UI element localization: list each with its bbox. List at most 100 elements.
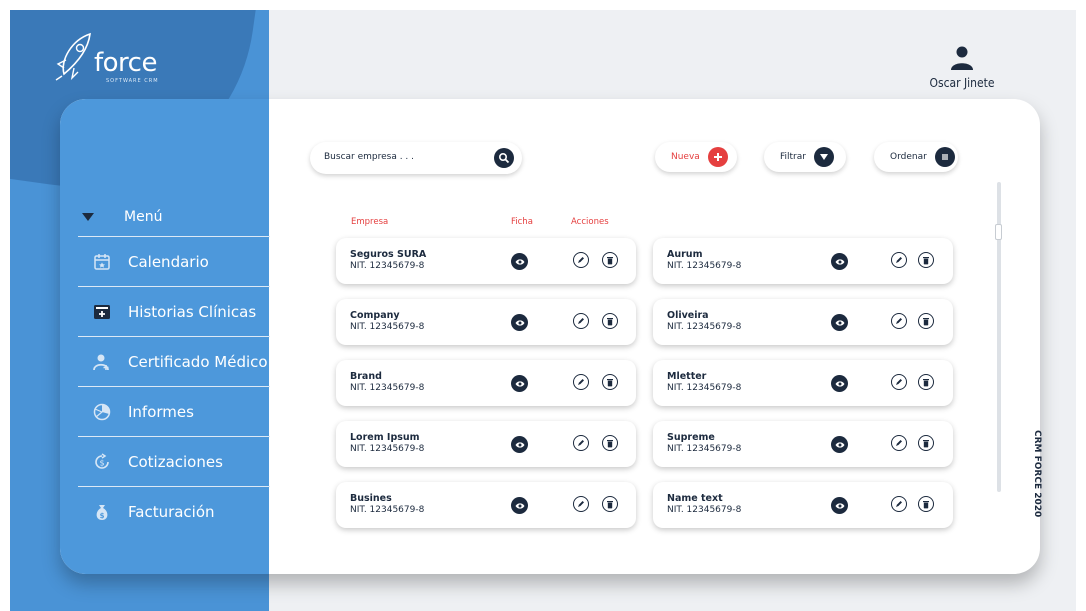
sidebar-item-certificado-medico[interactable]: Certificado Médico <box>78 337 270 387</box>
menu-header[interactable]: Menú <box>82 206 270 228</box>
eye-icon <box>515 502 524 509</box>
delete-button[interactable] <box>602 496 618 512</box>
sidebar-item-label: Informes <box>128 402 194 421</box>
company-nit: NIT. 12345679-8 <box>667 505 742 515</box>
edit-button[interactable] <box>573 374 589 390</box>
filter-button[interactable]: Filtrar <box>764 142 846 172</box>
company-nit: NIT. 12345679-8 <box>350 444 425 454</box>
sidebar-item-historias-clinicas[interactable]: Historias Clínicas <box>78 287 270 337</box>
search-input[interactable]: Buscar empresa . . . <box>324 152 414 162</box>
view-file-button[interactable] <box>831 436 848 453</box>
company-name: Busines <box>350 493 392 504</box>
sidebar-item-cotizaciones[interactable]: $ Cotizaciones <box>78 437 270 487</box>
view-file-button[interactable] <box>511 497 528 514</box>
sidebar-item-label: Calendario <box>128 252 209 271</box>
brand-logo[interactable]: force SOFTWARE CRM <box>54 26 164 86</box>
pencil-icon <box>578 318 584 324</box>
pencil-icon <box>896 501 902 507</box>
company-name: Company <box>350 310 400 321</box>
trash-icon <box>923 317 929 325</box>
user-profile[interactable]: Oscar Jinete <box>922 46 1002 90</box>
search-bar[interactable]: Buscar empresa . . . <box>310 142 522 174</box>
table-row[interactable]: Seguros SURA NIT. 12345679-8 <box>336 238 636 284</box>
company-nit: NIT. 12345679-8 <box>350 505 425 515</box>
reports-icon <box>92 402 112 422</box>
view-file-button[interactable] <box>511 436 528 453</box>
delete-button[interactable] <box>602 313 618 329</box>
vertical-brand-label: CRM FORCE 2020 <box>1032 430 1042 518</box>
view-file-button[interactable] <box>831 314 848 331</box>
delete-button[interactable] <box>918 374 934 390</box>
sidebar-item-facturacion[interactable]: $ Facturación <box>78 487 270 536</box>
company-nit: NIT. 12345679-8 <box>667 322 742 332</box>
table-row[interactable]: Lorem Ipsum NIT. 12345679-8 <box>336 421 636 467</box>
pencil-icon <box>578 257 584 263</box>
edit-button[interactable] <box>891 374 907 390</box>
view-file-button[interactable] <box>511 253 528 270</box>
delete-button[interactable] <box>918 496 934 512</box>
delete-button[interactable] <box>602 252 618 268</box>
trash-icon <box>607 500 613 508</box>
sidebar-item-calendario[interactable]: Calendario <box>78 237 270 287</box>
delete-button[interactable] <box>918 252 934 268</box>
delete-button[interactable] <box>602 435 618 451</box>
search-button[interactable] <box>494 148 514 168</box>
view-file-button[interactable] <box>511 375 528 392</box>
delete-button[interactable] <box>602 374 618 390</box>
column-header-company: Empresa <box>351 217 389 227</box>
filter-icon <box>813 147 834 167</box>
edit-button[interactable] <box>573 435 589 451</box>
table-row[interactable]: Oliveira NIT. 12345679-8 <box>653 299 953 345</box>
table-row[interactable]: Supreme NIT. 12345679-8 <box>653 421 953 467</box>
delete-button[interactable] <box>918 435 934 451</box>
search-icon <box>498 152 510 164</box>
order-button-label: Ordenar <box>890 152 927 162</box>
view-file-button[interactable] <box>831 253 848 270</box>
brand-name: force <box>94 48 157 78</box>
edit-button[interactable] <box>891 496 907 512</box>
sidebar-item-label: Cotizaciones <box>128 452 223 471</box>
sidebar-item-informes[interactable]: Informes <box>78 387 270 437</box>
pencil-icon <box>896 318 902 324</box>
medical-history-icon <box>92 302 112 322</box>
table-row[interactable]: Brand NIT. 12345679-8 <box>336 360 636 406</box>
menu-title: Menú <box>124 209 163 225</box>
view-file-button[interactable] <box>831 497 848 514</box>
pencil-icon <box>896 440 902 446</box>
eye-icon <box>835 319 844 326</box>
column-header-file: Ficha <box>511 217 533 227</box>
pencil-icon <box>578 501 584 507</box>
money-bag-icon: $ <box>92 502 112 522</box>
edit-button[interactable] <box>573 496 589 512</box>
trash-icon <box>923 256 929 264</box>
table-row[interactable]: Mletter NIT. 12345679-8 <box>653 360 953 406</box>
view-file-button[interactable] <box>511 314 528 331</box>
edit-button[interactable] <box>573 252 589 268</box>
order-button[interactable]: Ordenar <box>874 142 958 172</box>
rocket-icon <box>55 32 91 81</box>
company-name: Seguros SURA <box>350 249 427 260</box>
edit-button[interactable] <box>573 313 589 329</box>
trash-icon <box>607 439 613 447</box>
edit-button[interactable] <box>891 252 907 268</box>
delete-button[interactable] <box>918 313 934 329</box>
filter-button-label: Filtrar <box>780 152 806 162</box>
sidebar-item-label: Facturación <box>128 502 215 521</box>
user-icon <box>951 46 973 70</box>
edit-button[interactable] <box>891 313 907 329</box>
edit-button[interactable] <box>891 435 907 451</box>
eye-icon <box>515 441 524 448</box>
view-file-button[interactable] <box>831 375 848 392</box>
scrollbar-thumb[interactable] <box>995 224 1002 240</box>
table-row[interactable]: Name text NIT. 12345679-8 <box>653 482 953 528</box>
table-row[interactable]: Company NIT. 12345679-8 <box>336 299 636 345</box>
table-row[interactable]: Aurum NIT. 12345679-8 <box>653 238 953 284</box>
trash-icon <box>923 439 929 447</box>
company-name: Name text <box>667 493 723 504</box>
table-row[interactable]: Busines NIT. 12345679-8 <box>336 482 636 528</box>
calendar-icon <box>92 252 112 272</box>
brand-tagline: SOFTWARE CRM <box>106 78 159 84</box>
sidebar-item-label: Certificado Médico <box>128 352 268 371</box>
new-button[interactable]: Nueva <box>655 142 737 172</box>
column-header-actions: Acciones <box>571 217 609 227</box>
